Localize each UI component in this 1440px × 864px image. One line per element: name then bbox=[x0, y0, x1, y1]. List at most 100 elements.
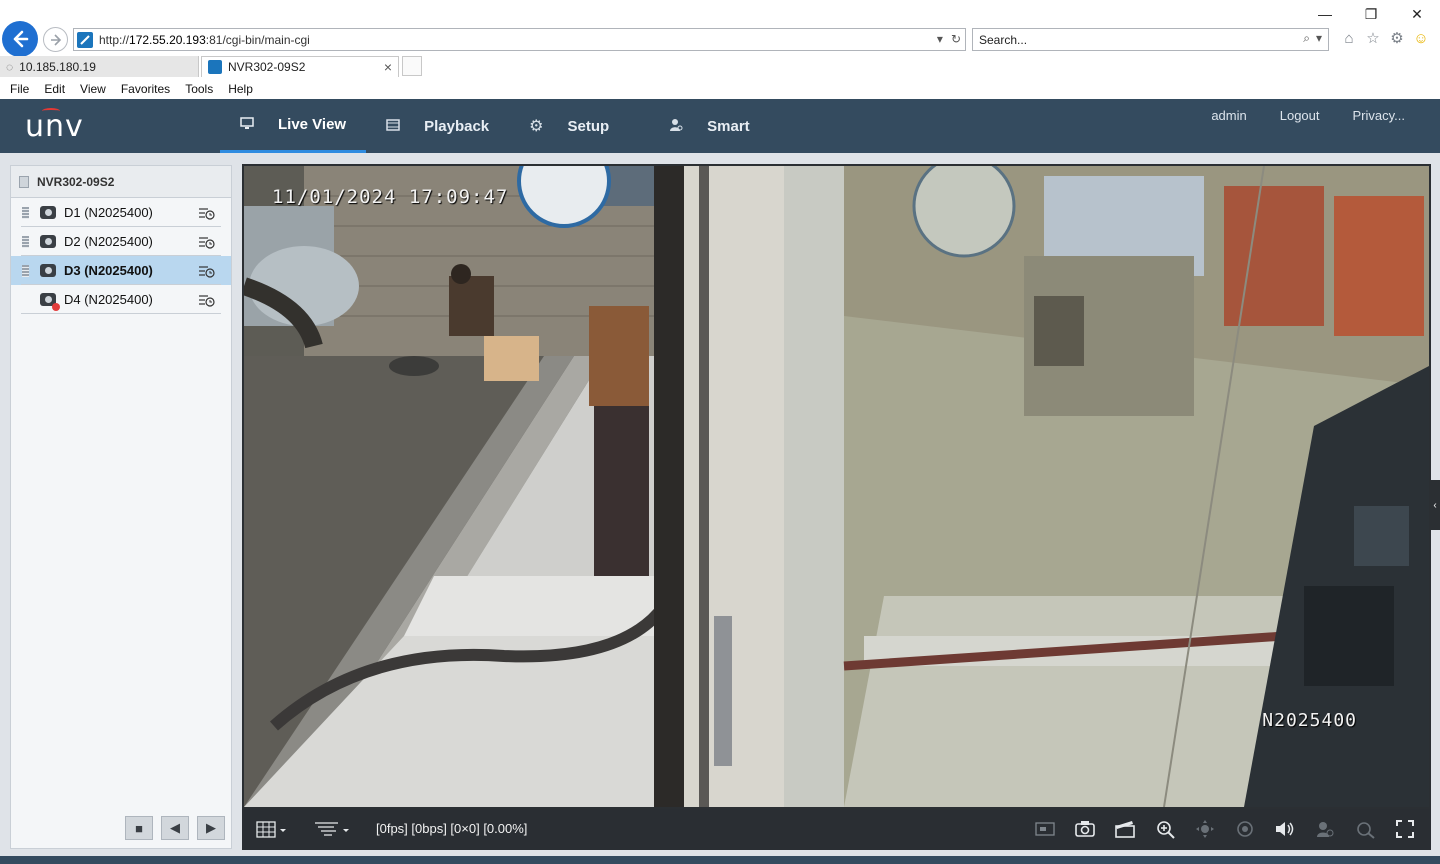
device-name: NVR302-09S2 bbox=[37, 174, 115, 189]
menu-file[interactable]: File bbox=[10, 82, 29, 96]
username-label: admin bbox=[1211, 108, 1247, 123]
3d-zoom-icon bbox=[1357, 822, 1375, 839]
audio-button[interactable] bbox=[1273, 817, 1297, 841]
record-schedule-icon[interactable] bbox=[198, 235, 216, 249]
stream-indicator-icon bbox=[22, 264, 29, 277]
monitor-icon bbox=[240, 116, 254, 133]
ptz-button[interactable] bbox=[1193, 817, 1217, 841]
fisheye-button[interactable] bbox=[1233, 817, 1257, 841]
logout-link[interactable]: Logout bbox=[1280, 108, 1320, 123]
person-search-icon bbox=[669, 118, 683, 135]
favorites-star-icon[interactable]: ☆ bbox=[1364, 29, 1382, 47]
tab-label: NVR302-09S2 bbox=[228, 60, 306, 74]
channel-label: D3 (N2025400) bbox=[64, 263, 153, 278]
nav-label: Setup bbox=[567, 117, 610, 135]
close-window-button[interactable]: ✕ bbox=[1394, 4, 1440, 24]
url-host: 172.55.20.193 bbox=[129, 32, 206, 47]
channel-row[interactable]: D4 (N2025400) bbox=[11, 285, 231, 314]
nav-playback[interactable]: Playback bbox=[366, 99, 509, 153]
address-dropdown-icon[interactable]: ▾ bbox=[937, 32, 943, 46]
search-input[interactable] bbox=[979, 32, 1279, 47]
osd-timestamp: 11/01/2024 17:09:47 bbox=[272, 186, 509, 208]
tab-close-icon[interactable]: × bbox=[384, 59, 392, 75]
tab-favicon-icon bbox=[208, 60, 222, 74]
search-dropdown-icon[interactable]: ▾ bbox=[1316, 31, 1322, 46]
new-tab-button[interactable] bbox=[402, 56, 422, 76]
nav-label: Smart bbox=[707, 117, 750, 135]
camera-feed-image bbox=[244, 166, 1429, 807]
film-icon bbox=[386, 118, 400, 134]
tab-active[interactable]: NVR302-09S2 × bbox=[201, 56, 399, 77]
nav-label: Live View bbox=[278, 116, 347, 133]
record-button[interactable] bbox=[1113, 817, 1137, 841]
minimize-button[interactable]: — bbox=[1302, 4, 1348, 24]
record-schedule-icon[interactable] bbox=[198, 206, 216, 220]
stream-select-button[interactable] bbox=[314, 809, 352, 850]
channel-label: D1 (N2025400) bbox=[64, 205, 153, 220]
menu-tools[interactable]: Tools bbox=[185, 82, 213, 96]
channel-row[interactable]: D1 (N2025400) bbox=[11, 198, 231, 227]
camera-icon bbox=[40, 264, 56, 277]
stop-all-button[interactable]: ■ bbox=[125, 816, 153, 840]
menu-edit[interactable]: Edit bbox=[44, 82, 65, 96]
panel-footer: ■ ◀ ▶ bbox=[11, 808, 231, 848]
stream-type-icon bbox=[315, 821, 349, 836]
address-bar[interactable]: http://172.55.20.193:81/cgi-bin/main-cgi… bbox=[73, 28, 966, 51]
display-mode-icon bbox=[1035, 822, 1055, 836]
video-toolbar: [0fps] [0bps] [0×0] [0.00%] bbox=[242, 809, 1431, 850]
address-text: http://172.55.20.193:81/cgi-bin/main-cgi bbox=[99, 33, 310, 47]
back-button[interactable] bbox=[2, 21, 38, 57]
offline-badge-icon bbox=[52, 303, 60, 311]
forward-button[interactable] bbox=[43, 27, 68, 52]
refresh-icon[interactable]: ↻ bbox=[951, 32, 961, 46]
menu-help[interactable]: Help bbox=[228, 82, 253, 96]
next-page-button[interactable]: ▶ bbox=[197, 816, 225, 840]
record-schedule-icon[interactable] bbox=[198, 293, 216, 307]
settings-gear-icon[interactable]: ⚙ bbox=[1388, 29, 1406, 47]
nav-smart[interactable]: Smart bbox=[629, 99, 770, 153]
image-enhance-button[interactable] bbox=[1033, 817, 1057, 841]
fullscreen-button[interactable] bbox=[1393, 817, 1417, 841]
grid-layout-icon bbox=[256, 820, 286, 838]
record-schedule-icon[interactable] bbox=[198, 264, 216, 278]
channel-label: D2 (N2025400) bbox=[64, 234, 153, 249]
menu-favorites[interactable]: Favorites bbox=[121, 82, 170, 96]
search-icon[interactable]: ⌕ bbox=[1303, 31, 1310, 46]
main-nav: Live View Playback ⚙ Setup Smart bbox=[220, 99, 770, 153]
device-panel: NVR302-09S2 D1 (N2025400) D2 (N2025400) … bbox=[10, 165, 232, 849]
tab-inactive[interactable]: ◌ 10.185.180.19 bbox=[0, 56, 199, 77]
menu-view[interactable]: View bbox=[80, 82, 106, 96]
gear-icon: ⚙ bbox=[529, 118, 544, 135]
talk-button[interactable] bbox=[1313, 817, 1337, 841]
nav-live-view[interactable]: Live View bbox=[220, 99, 367, 153]
layout-button[interactable] bbox=[256, 809, 286, 850]
collapse-panel-handle[interactable]: ‹ bbox=[1430, 480, 1440, 530]
3d-positioning-button[interactable] bbox=[1353, 817, 1377, 841]
tab-label: 10.185.180.19 bbox=[19, 59, 96, 74]
address-bar-actions: ▾ ↻ bbox=[937, 32, 961, 46]
prev-page-button[interactable]: ◀ bbox=[161, 816, 189, 840]
channel-row[interactable]: D2 (N2025400) bbox=[11, 227, 231, 256]
search-box[interactable]: ⌕ ▾ bbox=[972, 28, 1329, 51]
device-header[interactable]: NVR302-09S2 bbox=[11, 166, 231, 198]
live-video-window[interactable]: 11/01/2024 17:09:47 N2025400 bbox=[242, 164, 1431, 809]
nav-setup[interactable]: ⚙ Setup bbox=[509, 99, 629, 153]
channel-label: D4 (N2025400) bbox=[64, 292, 153, 307]
privacy-link[interactable]: Privacy... bbox=[1353, 108, 1406, 123]
fullscreen-icon bbox=[1396, 820, 1414, 838]
url-prefix: http:// bbox=[99, 32, 130, 47]
fisheye-icon bbox=[1237, 821, 1253, 837]
channel-row-selected[interactable]: D3 (N2025400) bbox=[11, 256, 231, 285]
snapshot-button[interactable] bbox=[1073, 817, 1097, 841]
stream-indicator-icon bbox=[22, 206, 29, 219]
back-arrow-icon bbox=[13, 30, 29, 48]
home-icon[interactable]: ⌂ bbox=[1340, 29, 1358, 47]
forward-arrow-icon bbox=[50, 33, 61, 46]
restore-button[interactable]: ❐ bbox=[1348, 4, 1394, 24]
camera-snapshot-icon bbox=[1075, 821, 1095, 837]
loading-icon: ◌ bbox=[6, 59, 14, 74]
microphone-icon bbox=[1317, 822, 1334, 837]
arrow-right-icon: ▶ bbox=[206, 820, 216, 835]
digital-zoom-button[interactable] bbox=[1153, 817, 1177, 841]
feedback-smiley-icon[interactable]: ☺ bbox=[1412, 29, 1430, 47]
